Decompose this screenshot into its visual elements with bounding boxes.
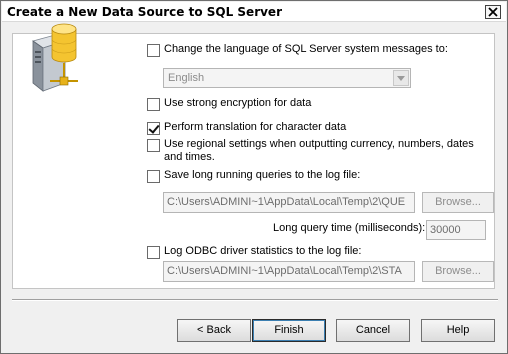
- translation-checkbox[interactable]: [147, 122, 160, 135]
- translation-label: Perform translation for character data: [164, 121, 347, 133]
- long-query-time-label: Long query time (milliseconds):: [273, 222, 426, 234]
- strong-encryption-option[interactable]: Use strong encryption for data: [147, 97, 311, 111]
- help-button[interactable]: Help: [421, 319, 495, 342]
- cancel-button[interactable]: Cancel: [336, 319, 410, 342]
- finish-button[interactable]: Finish: [252, 319, 326, 342]
- long-query-time-input[interactable]: 30000: [426, 220, 486, 240]
- odbc-stats-log-path-input[interactable]: C:\Users\ADMINI~1\AppData\Local\Temp\2\S…: [163, 261, 415, 282]
- long-queries-label: Save long running queries to the log fil…: [164, 169, 361, 181]
- change-language-label: Change the language of SQL Server system…: [164, 43, 448, 55]
- translation-option[interactable]: Perform translation for character data: [147, 121, 346, 135]
- long-queries-checkbox[interactable]: [147, 170, 160, 183]
- odbc-stats-label: Log ODBC driver statistics to the log fi…: [164, 245, 362, 257]
- long-queries-option[interactable]: Save long running queries to the log fil…: [147, 169, 360, 183]
- regional-settings-option[interactable]: Use regional settings when outputting cu…: [147, 138, 492, 164]
- chevron-down-icon[interactable]: [393, 70, 409, 86]
- back-button[interactable]: < Back: [177, 319, 251, 342]
- change-language-checkbox[interactable]: [147, 44, 160, 57]
- database-server-icon: [32, 23, 78, 92]
- change-language-option[interactable]: Change the language of SQL Server system…: [147, 43, 448, 57]
- close-button[interactable]: [485, 5, 501, 19]
- close-icon: [488, 7, 498, 17]
- regional-settings-checkbox[interactable]: [147, 139, 160, 152]
- long-query-browse-button[interactable]: Browse...: [422, 192, 494, 213]
- title-bar: Create a New Data Source to SQL Server: [2, 2, 506, 22]
- regional-settings-label: Use regional settings when outputting cu…: [164, 138, 474, 163]
- long-query-log-path-input[interactable]: C:\Users\ADMINI~1\AppData\Local\Temp\2\Q…: [163, 192, 415, 213]
- strong-encryption-checkbox[interactable]: [147, 98, 160, 111]
- window-title: Create a New Data Source to SQL Server: [7, 5, 282, 19]
- language-select-value: English: [168, 72, 205, 84]
- language-select[interactable]: English: [163, 68, 411, 88]
- dialog-window: Create a New Data Source to SQL Server C…: [0, 0, 508, 354]
- odbc-stats-checkbox[interactable]: [147, 246, 160, 259]
- strong-encryption-label: Use strong encryption for data: [164, 97, 312, 109]
- separator: [12, 299, 498, 301]
- odbc-stats-option[interactable]: Log ODBC driver statistics to the log fi…: [147, 245, 361, 259]
- odbc-stats-browse-button[interactable]: Browse...: [422, 261, 494, 282]
